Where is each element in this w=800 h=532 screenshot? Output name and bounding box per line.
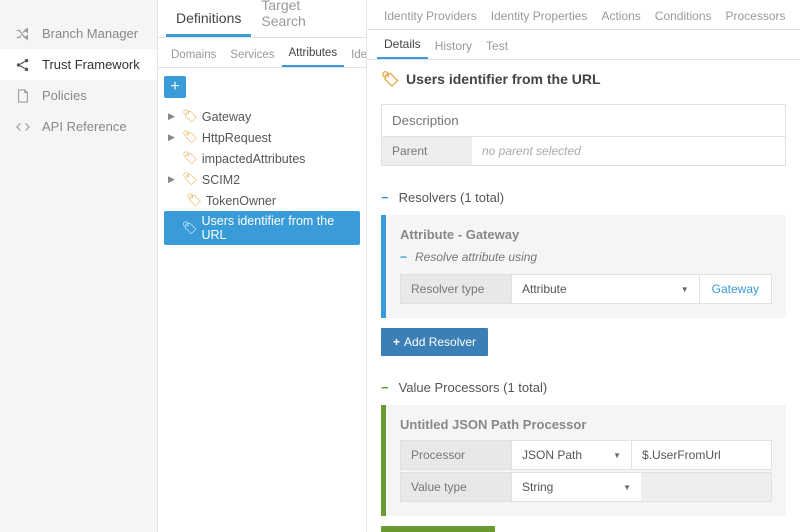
processor-expression-input[interactable]: $.UserFromUrl [631,441,771,469]
tree-item-gateway[interactable]: ▶ 🏷 Gateway [164,106,360,127]
resolver-sub: − Resolve attribute using [400,250,772,264]
tree-area: + ▶ 🏷 Gateway ▶ 🏷 HttpRequest 🏷 impactedAttri… [158,68,366,253]
processor-select[interactable]: JSON Path ▼ [512,441,631,469]
plus-icon: + [393,335,400,349]
center-panel: Definitions Target Search Domains Servic… [158,0,367,532]
tag-icon: 🏷 [381,70,400,88]
shuffle-icon [14,27,32,41]
detail-title: 🏷 Users identifier from the URL [381,70,786,88]
tag-icon: 🏷 [182,109,198,124]
code-icon [14,120,32,134]
sub-tabs: Domains Services Attributes Identity Cla… [158,38,366,68]
resolvers-header[interactable]: − Resolvers (1 total) [381,190,786,205]
processor-label: Processor [401,441,511,469]
tree-label: TokenOwner [206,194,276,208]
valuetype-select[interactable]: String ▼ [512,473,641,501]
tag-icon: 🏷 [186,193,202,208]
valuetype-label: Value type [401,473,511,501]
nav-api-reference[interactable]: API Reference [0,111,157,142]
collapse-icon[interactable]: − [381,380,389,395]
processors-header[interactable]: − Value Processors (1 total) [381,380,786,395]
caret-icon: ▶ [168,111,178,122]
parent-row: Parent no parent selected [381,137,786,166]
chevron-down-icon: ▼ [623,483,631,492]
subtab-services[interactable]: Services [223,49,281,67]
tree-item-tokenowner[interactable]: 🏷 TokenOwner [164,190,360,211]
tree-label: impactedAttributes [202,152,306,166]
valuetype-row: Value type String ▼ [400,472,772,502]
tag-icon: 🏷 [182,151,198,166]
nav-label: API Reference [42,119,127,134]
resolver-type-select[interactable]: Attribute ▼ [512,275,699,303]
tree-item-users-identifier[interactable]: 🏷Users identifier from the URL [164,211,360,245]
add-button[interactable]: + [164,76,186,98]
detail-tabs: Details History Test [367,30,800,60]
chevron-down-icon: ▼ [613,451,621,460]
left-sidebar: Branch Manager Trust Framework Policies … [0,0,158,532]
tab-definitions[interactable]: Definitions [166,10,251,37]
nav-label: Branch Manager [42,26,138,41]
subtab-actions[interactable]: Actions [594,9,647,29]
add-processor-button[interactable]: +Add Processor [381,526,495,532]
detail-panel: Identity Providers Identity Properties A… [367,0,800,532]
tag-icon: 🏷 [182,221,198,236]
subtab-identity-properties[interactable]: Identity Properties [484,9,595,29]
subtab-conditions[interactable]: Conditions [648,9,719,29]
resolvers-header-text: Resolvers (1 total) [399,190,504,205]
processors-header-text: Value Processors (1 total) [399,380,548,395]
nav-trust-framework[interactable]: Trust Framework [0,49,157,80]
document-icon [14,89,32,103]
nav-label: Policies [42,88,87,103]
resolver-card-title: Attribute - Gateway [400,227,772,242]
processor-row: Processor JSON Path ▼ $.UserFromUrl [400,440,772,470]
resolver-card: Attribute - Gateway − Resolve attribute … [381,215,786,318]
subtab-identity-classes[interactable]: Identity Classes [344,49,366,67]
processors-section: − Value Processors (1 total) Untitled JS… [381,380,786,532]
tree-item-impacted[interactable]: 🏷 impactedAttributes [164,148,360,169]
share-icon [14,58,32,72]
detail-body: 🏷 Users identifier from the URL Parent n… [367,60,800,532]
detail-tab-history[interactable]: History [428,39,479,59]
resolver-target-link[interactable]: Gateway [699,275,771,303]
detail-tab-details[interactable]: Details [377,37,428,59]
chevron-down-icon: ▼ [681,285,689,294]
tag-icon: 🏷 [182,172,198,187]
tag-icon: 🏷 [182,130,198,145]
subtab-attributes[interactable]: Attributes [282,47,345,67]
nav-policies[interactable]: Policies [0,80,157,111]
top-tabs: Definitions Target Search [158,0,366,38]
caret-icon: ▶ [168,132,178,143]
resolver-type-row: Resolver type Attribute ▼ Gateway [400,274,772,304]
processor-card: Untitled JSON Path Processor Processor J… [381,405,786,516]
detail-title-text: Users identifier from the URL [406,71,600,87]
nav-label: Trust Framework [42,57,140,72]
subtab-identity-providers[interactable]: Identity Providers [377,9,484,29]
tree-label: SCIM2 [202,173,240,187]
add-resolver-button[interactable]: +Add Resolver [381,328,488,356]
resolvers-section: − Resolvers (1 total) Attribute - Gatewa… [381,190,786,356]
subtab-processors[interactable]: Processors [719,9,793,29]
detail-tab-test[interactable]: Test [479,39,515,59]
tree-label: Users identifier from the URL [201,214,356,242]
nav-branch-manager[interactable]: Branch Manager [0,18,157,49]
right-top-subtabs: Identity Providers Identity Properties A… [367,0,800,30]
tab-target-search[interactable]: Target Search [251,0,358,37]
description-input[interactable] [381,104,786,137]
tree-label: Gateway [202,110,251,124]
resolver-type-label: Resolver type [401,275,511,303]
parent-value[interactable]: no parent selected [472,137,785,165]
caret-icon: ▶ [168,174,178,185]
collapse-icon[interactable]: − [400,250,407,264]
subtab-domains[interactable]: Domains [164,49,223,67]
tree-item-scim2[interactable]: ▶ 🏷 SCIM2 [164,169,360,190]
parent-label: Parent [382,137,472,165]
collapse-icon[interactable]: − [381,190,389,205]
tree-label: HttpRequest [202,131,271,145]
processor-card-title: Untitled JSON Path Processor [400,417,772,432]
tree-item-httprequest[interactable]: ▶ 🏷 HttpRequest [164,127,360,148]
